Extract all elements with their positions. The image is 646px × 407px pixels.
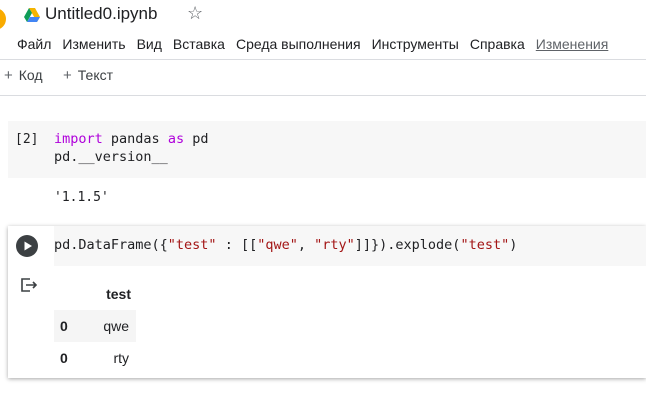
index-header — [54, 278, 86, 310]
plus-icon: + — [63, 67, 72, 84]
add-text-label: Текст — [77, 67, 114, 83]
cell-output: '1.1.5' — [54, 190, 109, 205]
menu-help[interactable]: Справка — [470, 36, 525, 52]
menu-edit[interactable]: Изменить — [62, 36, 125, 52]
menu-tools[interactable]: Инструменты — [372, 36, 459, 52]
add-code-button[interactable]: + Код — [4, 67, 43, 84]
cell-value: rty — [113, 350, 129, 366]
cell-value: qwe — [86, 310, 136, 342]
menu-file[interactable]: Файл — [17, 36, 51, 52]
google-drive-icon — [24, 8, 40, 22]
code-line-2[interactable]: pd.__version__ — [54, 148, 168, 166]
execution-count: [2] — [15, 132, 39, 147]
row-index: 0 — [60, 350, 68, 366]
plus-icon: + — [4, 67, 13, 84]
menu-runtime[interactable]: Среда выполнения — [236, 36, 361, 52]
changes-link[interactable]: Изменения — [536, 36, 609, 52]
dataframe-table: test 0 qwe 0 rty — [54, 278, 136, 374]
play-icon — [24, 241, 32, 251]
toolbar-divider — [0, 59, 646, 60]
menu-insert[interactable]: Вставка — [173, 36, 225, 52]
notebook-title[interactable]: Untitled0.ipynb — [45, 4, 157, 24]
run-cell-button[interactable] — [16, 235, 38, 257]
column-header: test — [106, 286, 131, 302]
code-line-3[interactable]: pd.DataFrame({"test" : [["qwe", "rty"]]}… — [54, 236, 517, 254]
table-row: 0 rty — [54, 342, 136, 374]
output-actions-icon[interactable] — [20, 277, 38, 293]
code-line-1[interactable]: import pandas as pd — [54, 130, 208, 148]
toolbar-divider-bottom — [0, 95, 646, 96]
colab-logo-fragment[interactable] — [0, 8, 6, 30]
add-code-label: Код — [18, 67, 43, 83]
star-icon[interactable]: ☆ — [187, 3, 203, 24]
add-text-button[interactable]: + Текст — [63, 67, 113, 84]
menu-view[interactable]: Вид — [137, 36, 162, 52]
row-index: 0 — [54, 310, 86, 342]
menu-bar: Файл Изменить Вид Вставка Среда выполнения Ин… — [17, 36, 608, 52]
table-row: 0 qwe — [54, 310, 136, 342]
